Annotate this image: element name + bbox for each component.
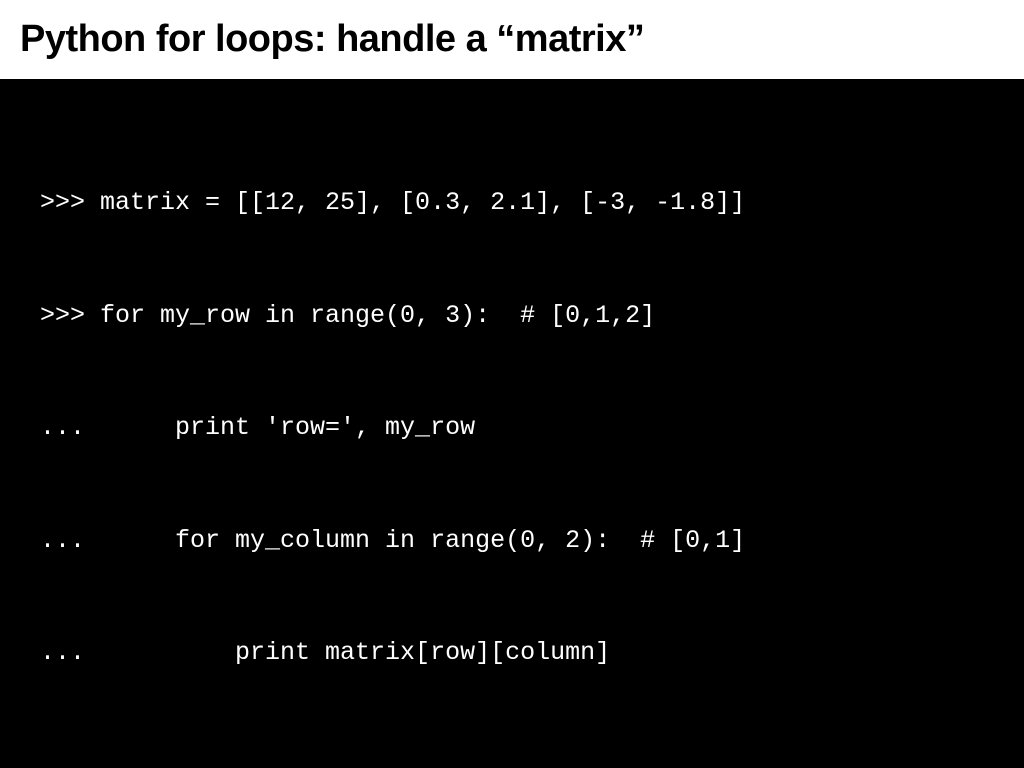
code-line: >>> for my_row in range(0, 3): # [0,1,2] (40, 297, 984, 335)
code-line: >>> matrix = [[12, 25], [0.3, 2.1], [-3,… (40, 184, 984, 222)
code-line: ... for my_column in range(0, 2): # [0,1… (40, 522, 984, 560)
title-bar: Python for loops: handle a “matrix” (0, 0, 1024, 79)
slide: Python for loops: handle a “matrix” >>> … (0, 0, 1024, 768)
code-line: ... print 'row=', my_row (40, 409, 984, 447)
code-line: ... print matrix[row][column] (40, 634, 984, 672)
code-block: >>> matrix = [[12, 25], [0.3, 2.1], [-3,… (0, 79, 1024, 768)
code-line: ... (40, 747, 984, 768)
slide-title: Python for loops: handle a “matrix” (20, 18, 1004, 61)
